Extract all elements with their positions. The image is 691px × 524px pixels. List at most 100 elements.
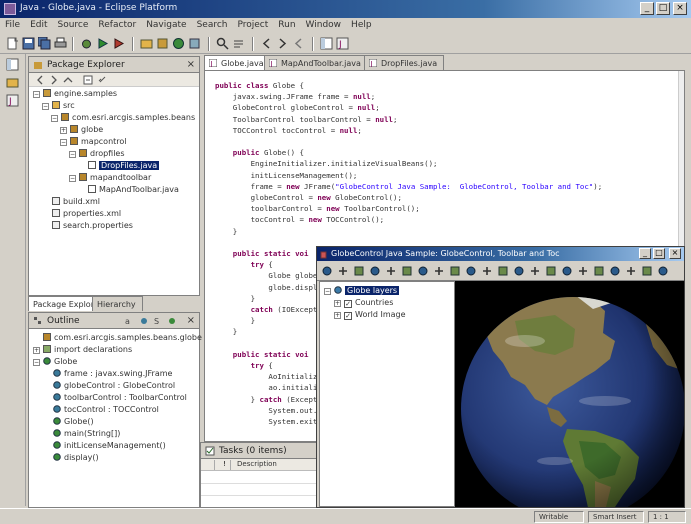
tab-hierarchy[interactable]: Hierarchy (92, 296, 143, 311)
java-perspective-icon[interactable]: J (6, 94, 19, 107)
tree-item[interactable]: Globe() (43, 417, 94, 428)
tree-item[interactable]: search.properties (42, 221, 133, 232)
resource-perspective-icon[interactable] (6, 76, 19, 89)
menu-window[interactable]: Window (301, 18, 347, 32)
back-icon[interactable] (260, 37, 273, 50)
globe-icon[interactable] (433, 265, 445, 277)
editor-tab-globe[interactable]: J Globe.java (204, 55, 271, 70)
menu-project[interactable]: Project (232, 18, 273, 32)
forward-icon[interactable] (276, 37, 289, 50)
tree-item[interactable]: properties.xml (42, 209, 121, 220)
hide-nonpublic-icon[interactable] (167, 316, 177, 326)
outline-close-button[interactable]: × (187, 315, 195, 326)
tree-item[interactable]: − Globe (33, 357, 77, 368)
tree-item[interactable]: − mapcontrol (60, 137, 127, 148)
collapse-all-icon[interactable] (83, 75, 93, 85)
menu-help[interactable]: Help (346, 18, 377, 32)
tree-item[interactable]: globeControl : GlobeControl (43, 381, 175, 392)
zoom-out-icon[interactable] (369, 265, 381, 277)
layer-properties-icon[interactable] (641, 265, 653, 277)
tree-expander-icon[interactable]: − (69, 151, 76, 158)
options-icon[interactable] (657, 265, 669, 277)
sun-position-icon[interactable] (625, 265, 637, 277)
walk-icon[interactable] (593, 265, 605, 277)
run-icon[interactable] (96, 37, 109, 50)
external-tools-icon[interactable] (112, 37, 125, 50)
full-extent-icon[interactable] (481, 265, 493, 277)
tree-item[interactable]: build.xml (42, 197, 100, 208)
close-button[interactable]: × (673, 2, 687, 15)
tree-expander-icon[interactable]: − (51, 115, 58, 122)
tree-item[interactable]: tocControl : TOCControl (43, 405, 159, 416)
new-java-project-icon[interactable] (140, 37, 153, 50)
spin-icon[interactable] (497, 265, 509, 277)
tree-item[interactable]: frame : javax.swing.JFrame (43, 369, 172, 380)
select-elements-icon[interactable] (545, 265, 557, 277)
minimize-button[interactable]: _ (640, 2, 654, 15)
toggle-comment-icon[interactable] (232, 37, 245, 50)
globe-close-button[interactable]: × (669, 248, 681, 259)
tree-item[interactable]: + import declarations (33, 345, 132, 356)
look-around-icon[interactable] (529, 265, 541, 277)
menu-refactor[interactable]: Refactor (93, 18, 141, 32)
new-package-icon[interactable] (156, 37, 169, 50)
search-icon[interactable] (216, 37, 229, 50)
tree-item[interactable]: main(String[]) (43, 429, 120, 440)
fly-icon[interactable] (417, 265, 429, 277)
layer-visibility-checkbox[interactable]: ✓ (344, 300, 352, 308)
pan-icon[interactable] (401, 265, 413, 277)
tree-expander-icon[interactable]: + (334, 312, 341, 319)
open-perspective-icon[interactable] (6, 58, 19, 71)
new-icon[interactable] (6, 37, 19, 50)
tree-item[interactable]: − com.esri.arcgis.samples.beans (51, 113, 195, 124)
tree-expander-icon[interactable]: − (33, 91, 40, 98)
tree-expander-icon[interactable]: − (324, 288, 331, 295)
sort-icon[interactable]: a (125, 316, 135, 326)
tree-item[interactable]: − mapandtoolbar (69, 173, 151, 184)
tree-item[interactable]: + globe (60, 125, 103, 136)
open-type-icon[interactable] (188, 37, 201, 50)
maximize-button[interactable]: □ (656, 2, 670, 15)
tree-expander-icon[interactable]: + (60, 127, 67, 134)
globe-minimize-button[interactable]: _ (639, 248, 651, 259)
zoom-in-icon[interactable] (353, 265, 365, 277)
tree-item[interactable]: − src (42, 101, 75, 112)
menu-source[interactable]: Source (53, 18, 94, 32)
forward-icon[interactable] (49, 75, 59, 85)
menu-run[interactable]: Run (273, 18, 300, 32)
new-class-icon[interactable] (172, 37, 185, 50)
add-data-icon[interactable] (337, 265, 349, 277)
tree-item[interactable]: − dropfiles (69, 149, 125, 160)
menu-search[interactable]: Search (192, 18, 233, 32)
tree-expander-icon[interactable]: − (33, 359, 40, 366)
tree-item[interactable]: MapAndToolbar.java (78, 185, 179, 196)
editor-tab-dropfiles[interactable]: J DropFiles.java (364, 55, 445, 70)
measure-icon[interactable] (577, 265, 589, 277)
open-document-icon[interactable] (321, 265, 333, 277)
editor-tab-mapandtoolbar[interactable]: J MapAndToolbar.java (264, 55, 368, 70)
tree-item[interactable]: initLicenseManagement() (43, 441, 166, 452)
tasks-col-description[interactable]: Description (237, 460, 277, 468)
tree-expander-icon[interactable]: − (42, 103, 49, 110)
zoom-in-out-icon[interactable] (513, 265, 525, 277)
java-perspective-icon[interactable]: J (336, 37, 349, 50)
back-icon[interactable] (35, 75, 45, 85)
tree-item[interactable]: DropFiles.java (78, 161, 160, 172)
print-icon[interactable] (54, 37, 67, 50)
toc-item[interactable]: + ✓ Countries (334, 298, 393, 309)
globe-maximize-button[interactable]: □ (653, 248, 665, 259)
tree-item[interactable]: display() (43, 453, 99, 464)
target-center-icon[interactable] (449, 265, 461, 277)
hide-static-icon[interactable]: S (153, 316, 163, 326)
toc-item[interactable]: − Globe layers (324, 286, 400, 297)
tree-item[interactable]: − engine.samples (33, 89, 117, 100)
tree-expander-icon[interactable]: + (33, 347, 40, 354)
menu-file[interactable]: File (0, 18, 25, 32)
tasks-col-priority[interactable]: ! (219, 460, 231, 470)
tasks-col-check[interactable] (205, 460, 215, 470)
tree-item[interactable]: com.esri.arcgis.samples.beans.globe (33, 333, 202, 344)
toc-item[interactable]: + ✓ World Image (334, 310, 406, 321)
tree-expander-icon[interactable]: + (334, 300, 341, 307)
zoom-to-target-icon[interactable] (465, 265, 477, 277)
identify-icon[interactable] (561, 265, 573, 277)
